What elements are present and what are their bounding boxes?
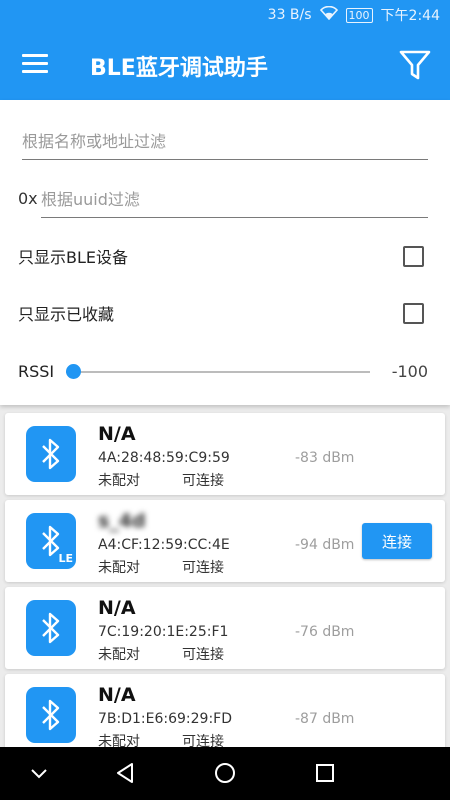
device-rssi: -76 dBm [295, 624, 355, 640]
device-name: N/A [98, 597, 136, 619]
device-bond-state: 未配对 [98, 473, 140, 489]
clock: 下午2:44 [380, 8, 440, 24]
rssi-value: -100 [391, 362, 428, 381]
battery-icon: 100 [345, 7, 373, 23]
app-bar: BLE蓝牙调试助手 [0, 30, 450, 100]
uuid-filter-input[interactable] [41, 182, 428, 216]
device-card[interactable]: N/A 4A:28:48:59:C9:59 未配对 可连接 -83 dBm [5, 413, 445, 495]
device-rssi: -94 dBm [295, 537, 355, 553]
device-connectable: 可连接 [182, 560, 224, 576]
device-connectable: 可连接 [182, 734, 224, 747]
ble-only-label: 只显示BLE设备 [18, 248, 129, 267]
bluetooth-le-icon: LE [26, 513, 76, 569]
chevron-down-icon[interactable] [28, 761, 50, 785]
name-filter-field [22, 124, 428, 160]
page-title: BLE蓝牙调试助手 [90, 56, 268, 81]
rssi-slider[interactable] [66, 364, 370, 379]
device-mac: 7B:D1:E6:69:29:FD [98, 711, 232, 727]
ble-only-checkbox[interactable] [403, 245, 424, 267]
device-name: N/A [98, 684, 136, 706]
network-speed: 33 B/s [267, 7, 312, 23]
wifi-icon [319, 5, 338, 24]
device-connectable: 可连接 [182, 647, 224, 663]
home-circle-icon[interactable] [213, 761, 237, 785]
device-mac: 7C:19:20:1E:25:F1 [98, 624, 229, 640]
device-name: s_4d [98, 510, 146, 532]
le-badge: LE [58, 552, 73, 565]
hamburger-menu-icon[interactable] [22, 54, 48, 74]
ble-only-row[interactable]: 只显示BLE设备 [18, 241, 428, 271]
uuid-filter-field [41, 182, 428, 218]
connect-button[interactable]: 连接 [362, 523, 432, 559]
device-card[interactable]: LE s_4d A4:CF:12:59:CC:4E 未配对 可连接 -94 dB… [5, 500, 445, 582]
back-triangle-icon[interactable] [113, 761, 137, 785]
name-filter-input[interactable] [22, 124, 428, 158]
filter-panel: 0x 只显示BLE设备 只显示已收藏 RSSI -100 [0, 100, 450, 405]
uuid-prefix-label: 0x [18, 189, 38, 208]
bluetooth-icon [26, 687, 76, 743]
device-card[interactable]: N/A 7B:D1:E6:69:29:FD 未配对 可连接 -87 dBm [5, 674, 445, 747]
recents-square-icon[interactable] [313, 761, 337, 785]
device-connectable: 可连接 [182, 473, 224, 489]
device-rssi: -83 dBm [295, 450, 355, 466]
device-bond-state: 未配对 [98, 560, 140, 576]
device-bond-state: 未配对 [98, 647, 140, 663]
device-rssi: -87 dBm [295, 711, 355, 727]
status-bar: 33 B/s 100 下午2:44 [0, 0, 450, 30]
favorites-only-checkbox[interactable] [403, 302, 424, 324]
device-mac: 4A:28:48:59:C9:59 [98, 450, 230, 466]
favorites-only-label: 只显示已收藏 [18, 305, 115, 324]
funnel-filter-icon[interactable] [398, 48, 432, 82]
device-list: N/A 4A:28:48:59:C9:59 未配对 可连接 -83 dBm LE… [0, 405, 450, 747]
bluetooth-icon [26, 600, 76, 656]
rssi-label: RSSI [18, 362, 55, 381]
device-card[interactable]: N/A 7C:19:20:1E:25:F1 未配对 可连接 -76 dBm [5, 587, 445, 669]
rssi-slider-thumb[interactable] [66, 364, 81, 379]
system-nav-bar [0, 747, 450, 800]
favorites-only-row[interactable]: 只显示已收藏 [18, 298, 428, 328]
device-mac: A4:CF:12:59:CC:4E [98, 537, 230, 553]
device-name: N/A [98, 423, 136, 445]
bluetooth-icon [26, 426, 76, 482]
device-bond-state: 未配对 [98, 734, 140, 747]
